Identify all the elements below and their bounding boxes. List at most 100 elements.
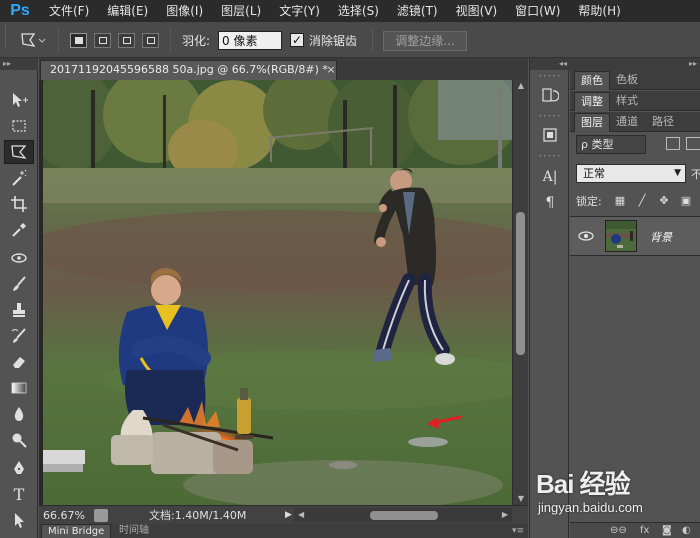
menu-window[interactable]: 窗口(W) xyxy=(506,0,569,22)
link-layers-icon[interactable]: ⊖⊖ xyxy=(610,524,627,538)
tab-paths[interactable]: 路径 xyxy=(646,113,680,132)
layer-row[interactable]: 背景 xyxy=(570,216,700,256)
panel-grip[interactable]: ••••• xyxy=(534,154,566,160)
menu-select[interactable]: 选择(S) xyxy=(329,0,388,22)
share-icon[interactable] xyxy=(94,509,108,522)
document-tab[interactable]: 20171192045596588 50a.jpg @ 66.7%(RGB/8#… xyxy=(40,60,337,80)
intersect-selection-button[interactable] xyxy=(142,33,159,48)
feather-label: 羽化: xyxy=(182,34,211,48)
menu-image[interactable]: 图像(I) xyxy=(157,0,212,22)
blend-mode-select[interactable]: 正常 ▼ xyxy=(576,164,686,183)
gradient-tool-icon[interactable] xyxy=(4,376,34,400)
new-selection-button[interactable] xyxy=(70,33,87,48)
polygonal-lasso-tool-icon[interactable] xyxy=(4,140,34,164)
lock-all-icon[interactable]: ▣ xyxy=(680,195,692,207)
scroll-down-icon[interactable]: ▼ xyxy=(513,493,529,505)
document-photo[interactable] xyxy=(43,80,512,505)
add-to-selection-button[interactable] xyxy=(94,33,111,48)
subtract-from-selection-button[interactable] xyxy=(118,33,135,48)
magic-wand-tool-icon[interactable] xyxy=(4,166,34,190)
layer-filter-select[interactable]: ρ 类型 xyxy=(576,135,646,154)
zoom-level[interactable]: 66.67% xyxy=(43,508,89,523)
watermark-brand: Bai 经验 xyxy=(536,469,631,499)
brush-tool-icon[interactable] xyxy=(4,272,34,296)
scroll-left-icon[interactable]: ◀ xyxy=(298,508,304,522)
path-selection-tool-icon[interactable] xyxy=(4,508,34,532)
scroll-thumb[interactable] xyxy=(370,511,438,520)
panel-tab-row: 调整 样式 xyxy=(570,91,700,111)
document-tab-bar: 20171192045596588 50a.jpg @ 66.7%(RGB/8#… xyxy=(39,58,528,80)
panel-tab-row: 图层 通道 路径 xyxy=(570,112,700,132)
panel-grip[interactable]: ••••• xyxy=(534,114,566,120)
adjustment-filter-icon[interactable] xyxy=(686,137,700,150)
layer-name[interactable]: 背景 xyxy=(650,229,672,245)
menu-help[interactable]: 帮助(H) xyxy=(569,0,629,22)
horizontal-scrollbar[interactable]: ◀ ▶ xyxy=(294,508,512,522)
refine-edge-button[interactable]: 调整边缘... xyxy=(383,31,467,51)
menu-file[interactable]: 文件(F) xyxy=(40,0,98,22)
blend-mode-value: 正常 xyxy=(583,167,605,180)
tab-adjustments[interactable]: 调整 xyxy=(574,92,610,111)
scroll-right-icon[interactable]: ▶ xyxy=(502,508,508,522)
image-filter-icon[interactable] xyxy=(666,137,680,150)
status-bar: 66.67% 文档:1.40M/1.40M ▶ ◀ ▶ xyxy=(39,505,528,524)
lock-transparent-icon[interactable]: ▦ xyxy=(614,195,626,207)
polygonal-lasso-preset-icon[interactable] xyxy=(18,30,46,50)
menu-type[interactable]: 文字(Y) xyxy=(270,0,329,22)
scroll-thumb[interactable] xyxy=(516,212,525,355)
lock-image-icon[interactable]: ╱ xyxy=(636,195,648,207)
panel-grip[interactable]: ••••• xyxy=(534,74,566,80)
paragraph-panel-icon[interactable]: ¶ xyxy=(538,192,562,214)
menu-filter[interactable]: 滤镜(T) xyxy=(388,0,447,22)
history-brush-tool-icon[interactable] xyxy=(4,324,34,348)
adjustment-layer-icon[interactable]: ◐ xyxy=(682,524,691,538)
options-bar-grip[interactable]: ⋮ ⋮ ⋮ xyxy=(2,24,9,56)
tab-channels[interactable]: 通道 xyxy=(610,113,644,132)
document-title: 20171192045596588 50a.jpg @ 66.7%(RGB/8#… xyxy=(50,63,328,76)
tab-mini-bridge[interactable]: Mini Bridge xyxy=(41,524,112,538)
clone-stamp-tool-icon[interactable] xyxy=(4,298,34,322)
add-mask-icon[interactable]: ◙ xyxy=(662,524,672,538)
dock-collapse-icon[interactable]: ◂◂ xyxy=(530,58,570,70)
visibility-eye-icon[interactable] xyxy=(578,229,594,243)
play-icon[interactable]: ▶ xyxy=(285,508,292,523)
type-tool-icon[interactable]: T xyxy=(4,482,34,506)
lock-position-icon[interactable]: ✥ xyxy=(658,195,670,207)
tab-styles[interactable]: 样式 xyxy=(610,92,644,111)
dock-collapse-icon[interactable]: ▸▸ xyxy=(570,58,700,70)
properties-panel-icon[interactable] xyxy=(538,124,562,146)
eraser-tool-icon[interactable] xyxy=(4,350,34,374)
move-tool-icon[interactable] xyxy=(4,88,34,112)
character-panel-icon[interactable]: A| xyxy=(538,166,562,188)
menu-view[interactable]: 视图(V) xyxy=(447,0,507,22)
crop-tool-icon[interactable] xyxy=(4,192,34,216)
photoshop-logo: Ps xyxy=(10,2,30,19)
blur-tool-icon[interactable] xyxy=(4,402,34,426)
history-panel-icon[interactable] xyxy=(538,84,562,106)
marquee-tool-icon[interactable] xyxy=(4,114,34,138)
feather-input[interactable]: 0 像素 xyxy=(218,31,282,50)
chevron-down-icon: ▼ xyxy=(674,168,681,178)
canvas-area[interactable] xyxy=(39,80,512,505)
tab-layers[interactable]: 图层 xyxy=(574,113,610,132)
menu-layer[interactable]: 图层(L) xyxy=(212,0,270,22)
tab-color[interactable]: 颜色 xyxy=(574,71,610,90)
panel-menu-icon[interactable]: ▾≡ xyxy=(512,524,524,538)
options-divider xyxy=(170,28,171,52)
scroll-up-icon[interactable]: ▲ xyxy=(513,80,529,92)
menu-edit[interactable]: 编辑(E) xyxy=(98,0,157,22)
close-icon[interactable]: × xyxy=(324,61,336,79)
dodge-tool-icon[interactable] xyxy=(4,428,34,452)
spot-healing-tool-icon[interactable] xyxy=(4,246,34,270)
pen-tool-icon[interactable] xyxy=(4,456,34,480)
tab-swatches[interactable]: 色板 xyxy=(610,71,644,90)
tab-timeline[interactable]: 时间轴 xyxy=(113,524,155,538)
layer-thumbnail[interactable] xyxy=(605,220,637,252)
eyedropper-tool-icon[interactable] xyxy=(4,218,34,242)
antialias-checkbox[interactable]: ✓ xyxy=(290,33,304,47)
toolbox-collapse-icon[interactable]: ▸▸ xyxy=(0,58,38,70)
bottom-panel-tabs: Mini Bridge 时间轴 ▾≡ xyxy=(39,524,528,538)
layer-style-icon[interactable]: fx xyxy=(640,524,649,538)
options-divider xyxy=(372,28,373,52)
vertical-scrollbar[interactable]: ▲ ▼ xyxy=(512,80,528,505)
